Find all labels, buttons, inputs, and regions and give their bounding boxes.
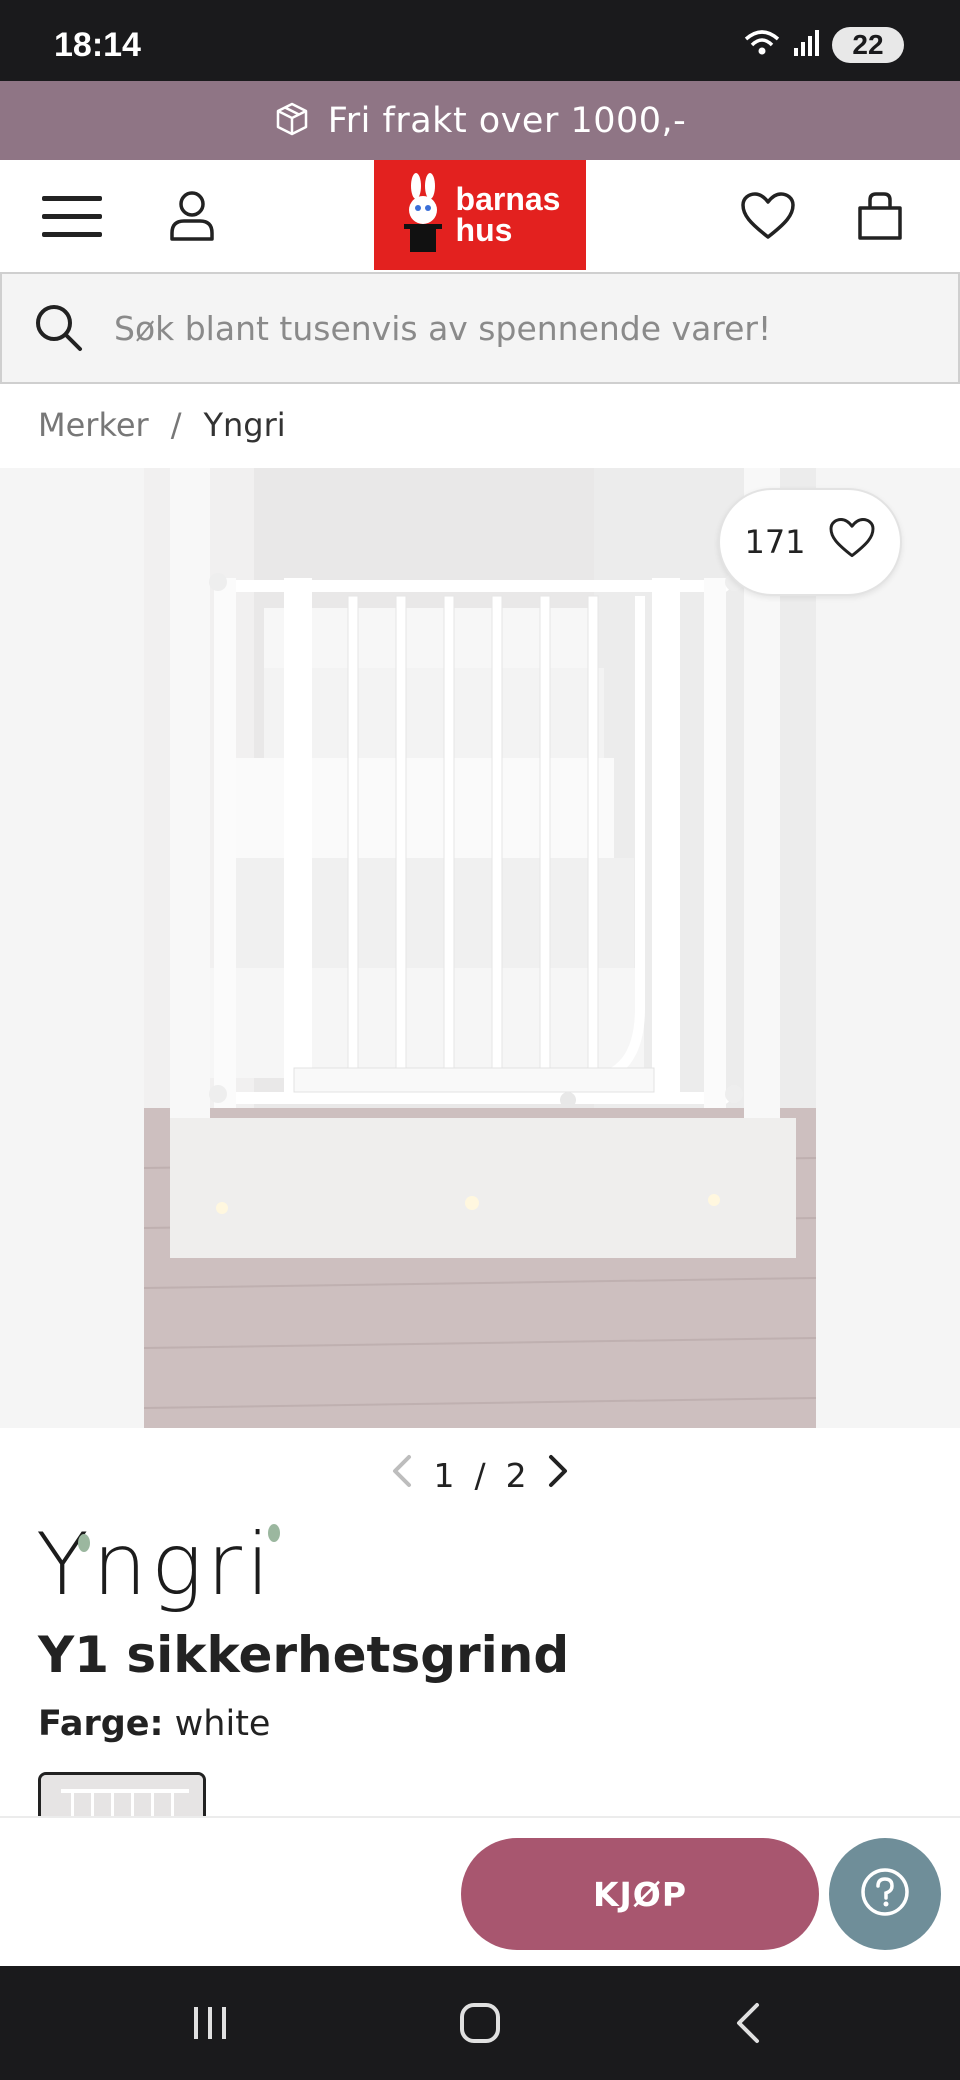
product-title: Y1 sikkerhetsgrind [38,1626,570,1684]
pager-total: 2 [505,1455,527,1495]
brand-logo[interactable]: Yngri [36,1520,274,1610]
brand-logo-leaf [268,1524,280,1542]
favorite-button[interactable]: 171 [718,488,902,596]
status-time: 18:14 [54,26,141,64]
pager-separator: / [474,1455,486,1495]
site-logo[interactable]: barnas hus [374,160,586,270]
buy-button[interactable]: KJØP [461,1838,819,1950]
status-icons: 22 [742,27,904,63]
color-label: Farge: [38,1704,164,1744]
search-bar[interactable] [0,272,960,384]
package-icon [274,101,310,141]
user-icon[interactable] [156,180,228,252]
breadcrumb-separator: / [170,406,182,444]
heart-icon[interactable] [732,180,804,252]
status-bar: 18:14 22 [0,0,960,81]
pager-current: 1 [433,1455,455,1495]
product-gallery[interactable] [0,468,960,1428]
search-input[interactable] [114,308,914,348]
battery-indicator: 22 [832,27,904,63]
back-icon[interactable] [708,1988,788,2058]
brand-logo-leaf [78,1534,90,1552]
signal-icon [792,28,822,62]
system-nav-bar [0,1966,960,2080]
shopping-bag-icon[interactable] [844,180,916,252]
promo-text: Fri frakt over 1000,- [327,100,687,141]
rabbit-hat-icon [400,172,446,258]
home-icon[interactable] [440,1988,520,2058]
help-button[interactable] [829,1838,941,1950]
chevron-right-icon[interactable] [547,1454,569,1496]
chevron-left-icon[interactable] [391,1454,413,1496]
color-info: Farge: white [38,1704,270,1744]
recent-apps-icon[interactable] [170,1988,250,2058]
logo-text: barnas hus [455,181,561,248]
heart-outline-icon [828,517,876,567]
hamburger-menu-icon[interactable] [36,180,108,252]
image-pager: 1 / 2 [380,1448,580,1502]
action-bar: KJØP [0,1816,960,1966]
breadcrumb-item-merker[interactable]: Merker [38,406,149,444]
promo-banner: Fri frakt over 1000,- [0,81,960,160]
breadcrumb: Merker / Yngri [38,406,286,444]
breadcrumb-item-current: Yngri [203,406,286,444]
search-icon[interactable] [34,303,84,353]
product-image[interactable] [144,468,816,1428]
logo-line-2: hus [455,212,513,248]
logo-line-1: barnas [455,181,561,217]
wifi-icon [742,27,782,63]
favorite-count: 171 [744,523,806,561]
color-value: white [174,1704,271,1744]
question-mark-icon [859,1866,911,1922]
